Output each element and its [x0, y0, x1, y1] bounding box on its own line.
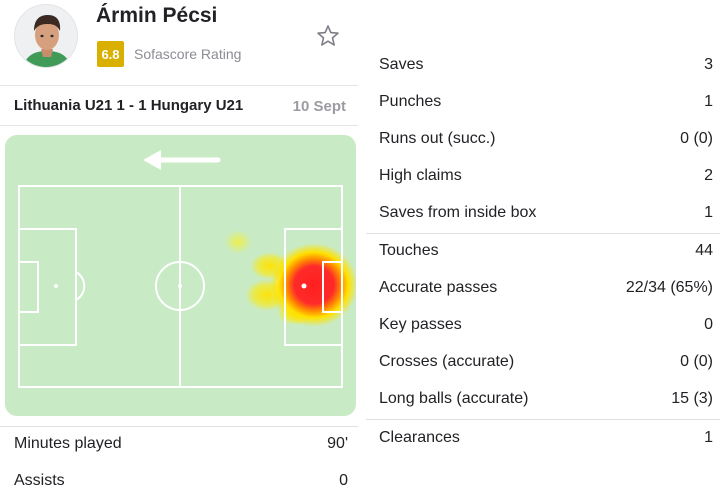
stat-label: Assists [14, 472, 65, 489]
stat-value: 0 [704, 316, 713, 333]
favorite-star-icon[interactable] [314, 22, 342, 50]
stat-row-saves-inside-box: Saves from inside box 1 [379, 195, 713, 232]
stat-value: 15 (3) [671, 390, 713, 407]
stat-row-crosses: Crosses (accurate) 0 (0) [379, 344, 713, 381]
stat-label: Crosses (accurate) [379, 353, 515, 370]
stat-label: Long balls (accurate) [379, 390, 529, 407]
stat-row-key-passes: Key passes 0 [379, 307, 713, 344]
stat-value: 1 [704, 93, 713, 110]
stat-value: 0 (0) [680, 353, 713, 370]
player-header: Ármin Pécsi 6.8 Sofascore Rating [0, 0, 358, 86]
stat-value: 0 (0) [680, 130, 713, 147]
stat-value: 1 [704, 429, 713, 446]
player-stats-panel: Ármin Pécsi 6.8 Sofascore Rating Lithuan… [0, 0, 358, 496]
match-date: 10 Sept [292, 98, 346, 115]
stat-label: High claims [379, 167, 462, 184]
stat-value: 44 [695, 242, 713, 259]
stat-label: Clearances [379, 429, 460, 446]
stat-value: 90' [327, 435, 348, 452]
stat-value: 1 [704, 204, 713, 221]
detailed-stats-panel: Saves 3 Punches 1 Runs out (succ.) 0 (0)… [366, 0, 720, 496]
stat-value: 0 [339, 472, 348, 489]
stat-label: Minutes played [14, 435, 122, 452]
stat-row-high-claims: High claims 2 [379, 158, 713, 195]
stat-row-touches: Touches 44 [379, 233, 713, 270]
stat-label: Key passes [379, 316, 462, 333]
attack-direction-arrow-icon [143, 150, 221, 170]
stat-label: Runs out (succ.) [379, 130, 496, 147]
stat-row-punches: Punches 1 [379, 84, 713, 121]
stat-label: Saves from inside box [379, 204, 537, 221]
stat-row-accurate-passes: Accurate passes 22/34 (65%) [379, 270, 713, 307]
stat-row-assists: Assists 0 [14, 463, 348, 496]
stat-value: 22/34 (65%) [625, 279, 713, 296]
player-avatar[interactable] [14, 4, 78, 68]
stat-value: 3 [704, 56, 713, 73]
stat-label: Touches [379, 242, 439, 259]
stat-row-minutes-played: Minutes played 90' [14, 426, 348, 463]
stat-label: Punches [379, 93, 442, 110]
stat-value: 2 [704, 167, 713, 184]
stat-row-clearances: Clearances 1 [379, 420, 713, 457]
rating-badge: 6.8 [97, 41, 124, 67]
stat-row-long-balls: Long balls (accurate) 15 (3) [379, 381, 713, 418]
player-heatmap [5, 135, 356, 416]
stat-row-saves: Saves 3 [379, 47, 713, 84]
stat-label: Saves [379, 56, 424, 73]
stat-row-runs-out: Runs out (succ.) 0 (0) [379, 121, 713, 158]
match-row[interactable]: Lithuania U21 1 - 1 Hungary U21 10 Sept [0, 88, 358, 126]
rating-label: Sofascore Rating [134, 46, 242, 62]
player-name[interactable]: Ármin Pécsi [96, 4, 217, 28]
match-title[interactable]: Lithuania U21 1 - 1 Hungary U21 [14, 97, 243, 114]
stat-label: Accurate passes [379, 279, 498, 296]
